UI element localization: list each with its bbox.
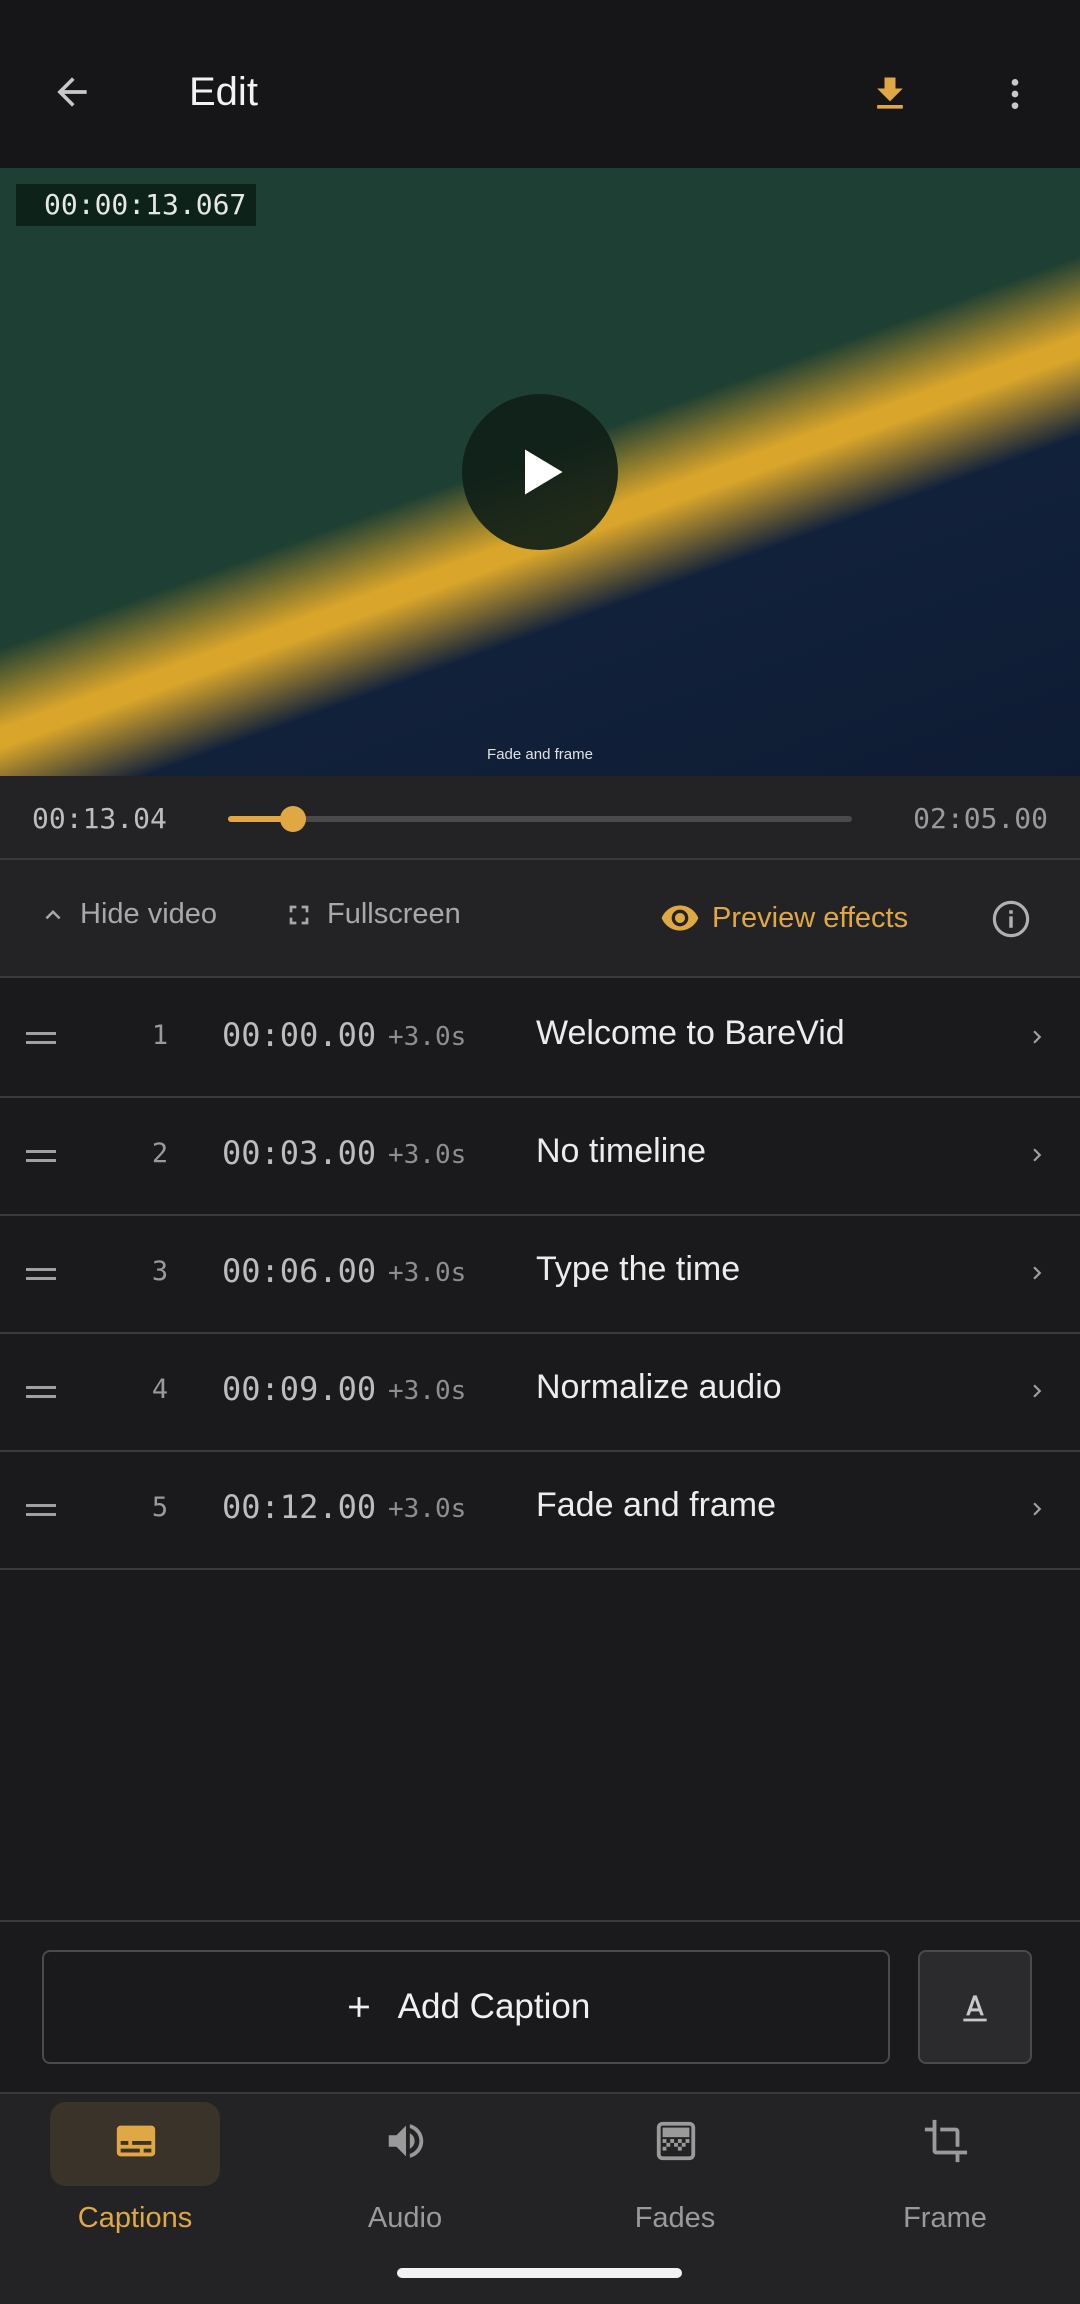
current-time: 00:13.04 [32,802,167,835]
fullscreen-button[interactable]: Fullscreen [283,898,461,931]
caption-number: 3 [151,1256,169,1287]
chevron-right-icon [1033,1502,1042,1516]
caption-list: 1 00:00.00 +3.0s Welcome to BareVid 2 00… [0,980,1080,1570]
subtitles-icon [116,2125,156,2157]
add-caption-label: Add Caption [397,1987,591,2026]
caption-number: 1 [151,1020,169,1051]
video-preview[interactable]: 00:00:13.067 Fade and frame [0,168,1080,776]
more-options-button[interactable] [990,64,1040,124]
scrubber-bar: 00:13.04 02:05.00 [0,776,1080,860]
caption-text: Welcome to BareVid [536,1014,845,1052]
nav-frame[interactable]: Frame [810,2094,1080,2274]
caption-number: 5 [151,1492,169,1523]
caption-row[interactable]: 2 00:03.00 +3.0s No timeline [0,1098,1080,1216]
eye-icon [661,905,699,931]
caption-duration: +3.0s [388,1258,467,1288]
preview-effects-label: Preview effects [712,901,909,934]
top-app-bar: Edit [0,0,1080,168]
drag-handle-icon[interactable] [26,1500,56,1520]
nav-captions[interactable]: Captions [0,2094,270,2274]
page-title: Edit [189,70,258,114]
caption-row[interactable]: 3 00:06.00 +3.0s Type the time [0,1216,1080,1334]
total-time: 02:05.00 [913,802,1048,835]
chevron-right-icon [1033,1148,1042,1162]
download-icon [877,77,903,109]
hide-video-button[interactable]: Hide video [38,898,217,931]
chevron-up-icon [45,909,61,919]
caption-start-time: 00:09.00 [222,1370,377,1408]
add-caption-button[interactable]: Add Caption [42,1950,890,2064]
preview-effects-toggle[interactable]: Preview effects [660,898,908,938]
chevron-right-icon [1033,1384,1042,1398]
play-button[interactable] [462,394,618,550]
nav-fades-label: Fades [634,2202,716,2234]
plus-icon [348,1997,369,2017]
caption-number: 4 [151,1374,169,1405]
caption-number: 2 [151,1138,169,1169]
caption-text: Normalize audio [536,1368,782,1406]
fullscreen-label: Fullscreen [327,898,461,930]
video-caption-overlay: Fade and frame [487,746,593,763]
info-button[interactable] [990,898,1032,940]
caption-duration: +3.0s [388,1494,467,1524]
volume-icon [388,2124,424,2158]
drag-handle-icon[interactable] [26,1028,56,1048]
caption-row[interactable]: 4 00:09.00 +3.0s Normalize audio [0,1334,1080,1452]
video-controls: Hide video Fullscreen Preview effects [0,860,1080,978]
nav-audio[interactable]: Audio [270,2094,540,2274]
arrow-back-icon [57,77,87,107]
play-icon [525,449,563,495]
video-timecode: 00:00:13.067 [16,184,257,226]
nav-fades[interactable]: Fades [540,2094,810,2274]
drag-handle-icon[interactable] [26,1264,56,1284]
seek-slider[interactable] [228,806,852,832]
nav-captions-label: Captions [77,2202,193,2234]
drag-handle-icon[interactable] [26,1146,56,1166]
caption-row[interactable]: 1 00:00.00 +3.0s Welcome to BareVid [0,980,1080,1098]
caption-row[interactable]: 5 00:12.00 +3.0s Fade and frame [0,1452,1080,1570]
more-vert-icon [1011,79,1019,109]
caption-start-time: 00:06.00 [222,1252,377,1290]
crop-icon [924,2119,968,2163]
home-indicator [397,2268,682,2278]
fullscreen-icon [289,905,309,924]
caption-style-button[interactable] [918,1950,1032,2064]
chevron-right-icon [1033,1030,1042,1044]
gradient-icon [656,2121,696,2161]
divider [0,1920,1080,1922]
nav-frame-label: Frame [903,2202,987,2234]
download-button[interactable] [860,64,920,124]
caption-start-time: 00:00.00 [222,1016,377,1054]
caption-text: Type the time [536,1250,741,1288]
caption-text: Fade and frame [536,1486,777,1524]
back-button[interactable] [40,60,104,124]
caption-duration: +3.0s [388,1022,467,1052]
seek-thumb[interactable] [279,806,306,832]
caption-start-time: 00:12.00 [222,1488,377,1526]
caption-start-time: 00:03.00 [222,1134,377,1172]
drag-handle-icon[interactable] [26,1382,56,1402]
caption-duration: +3.0s [388,1376,467,1406]
caption-duration: +3.0s [388,1140,467,1170]
info-icon [992,900,1030,938]
caption-text: No timeline [536,1132,707,1170]
chevron-right-icon [1033,1266,1042,1280]
nav-audio-label: Audio [367,2202,443,2234]
hide-video-label: Hide video [80,898,218,930]
text-format-icon [963,1995,987,2022]
